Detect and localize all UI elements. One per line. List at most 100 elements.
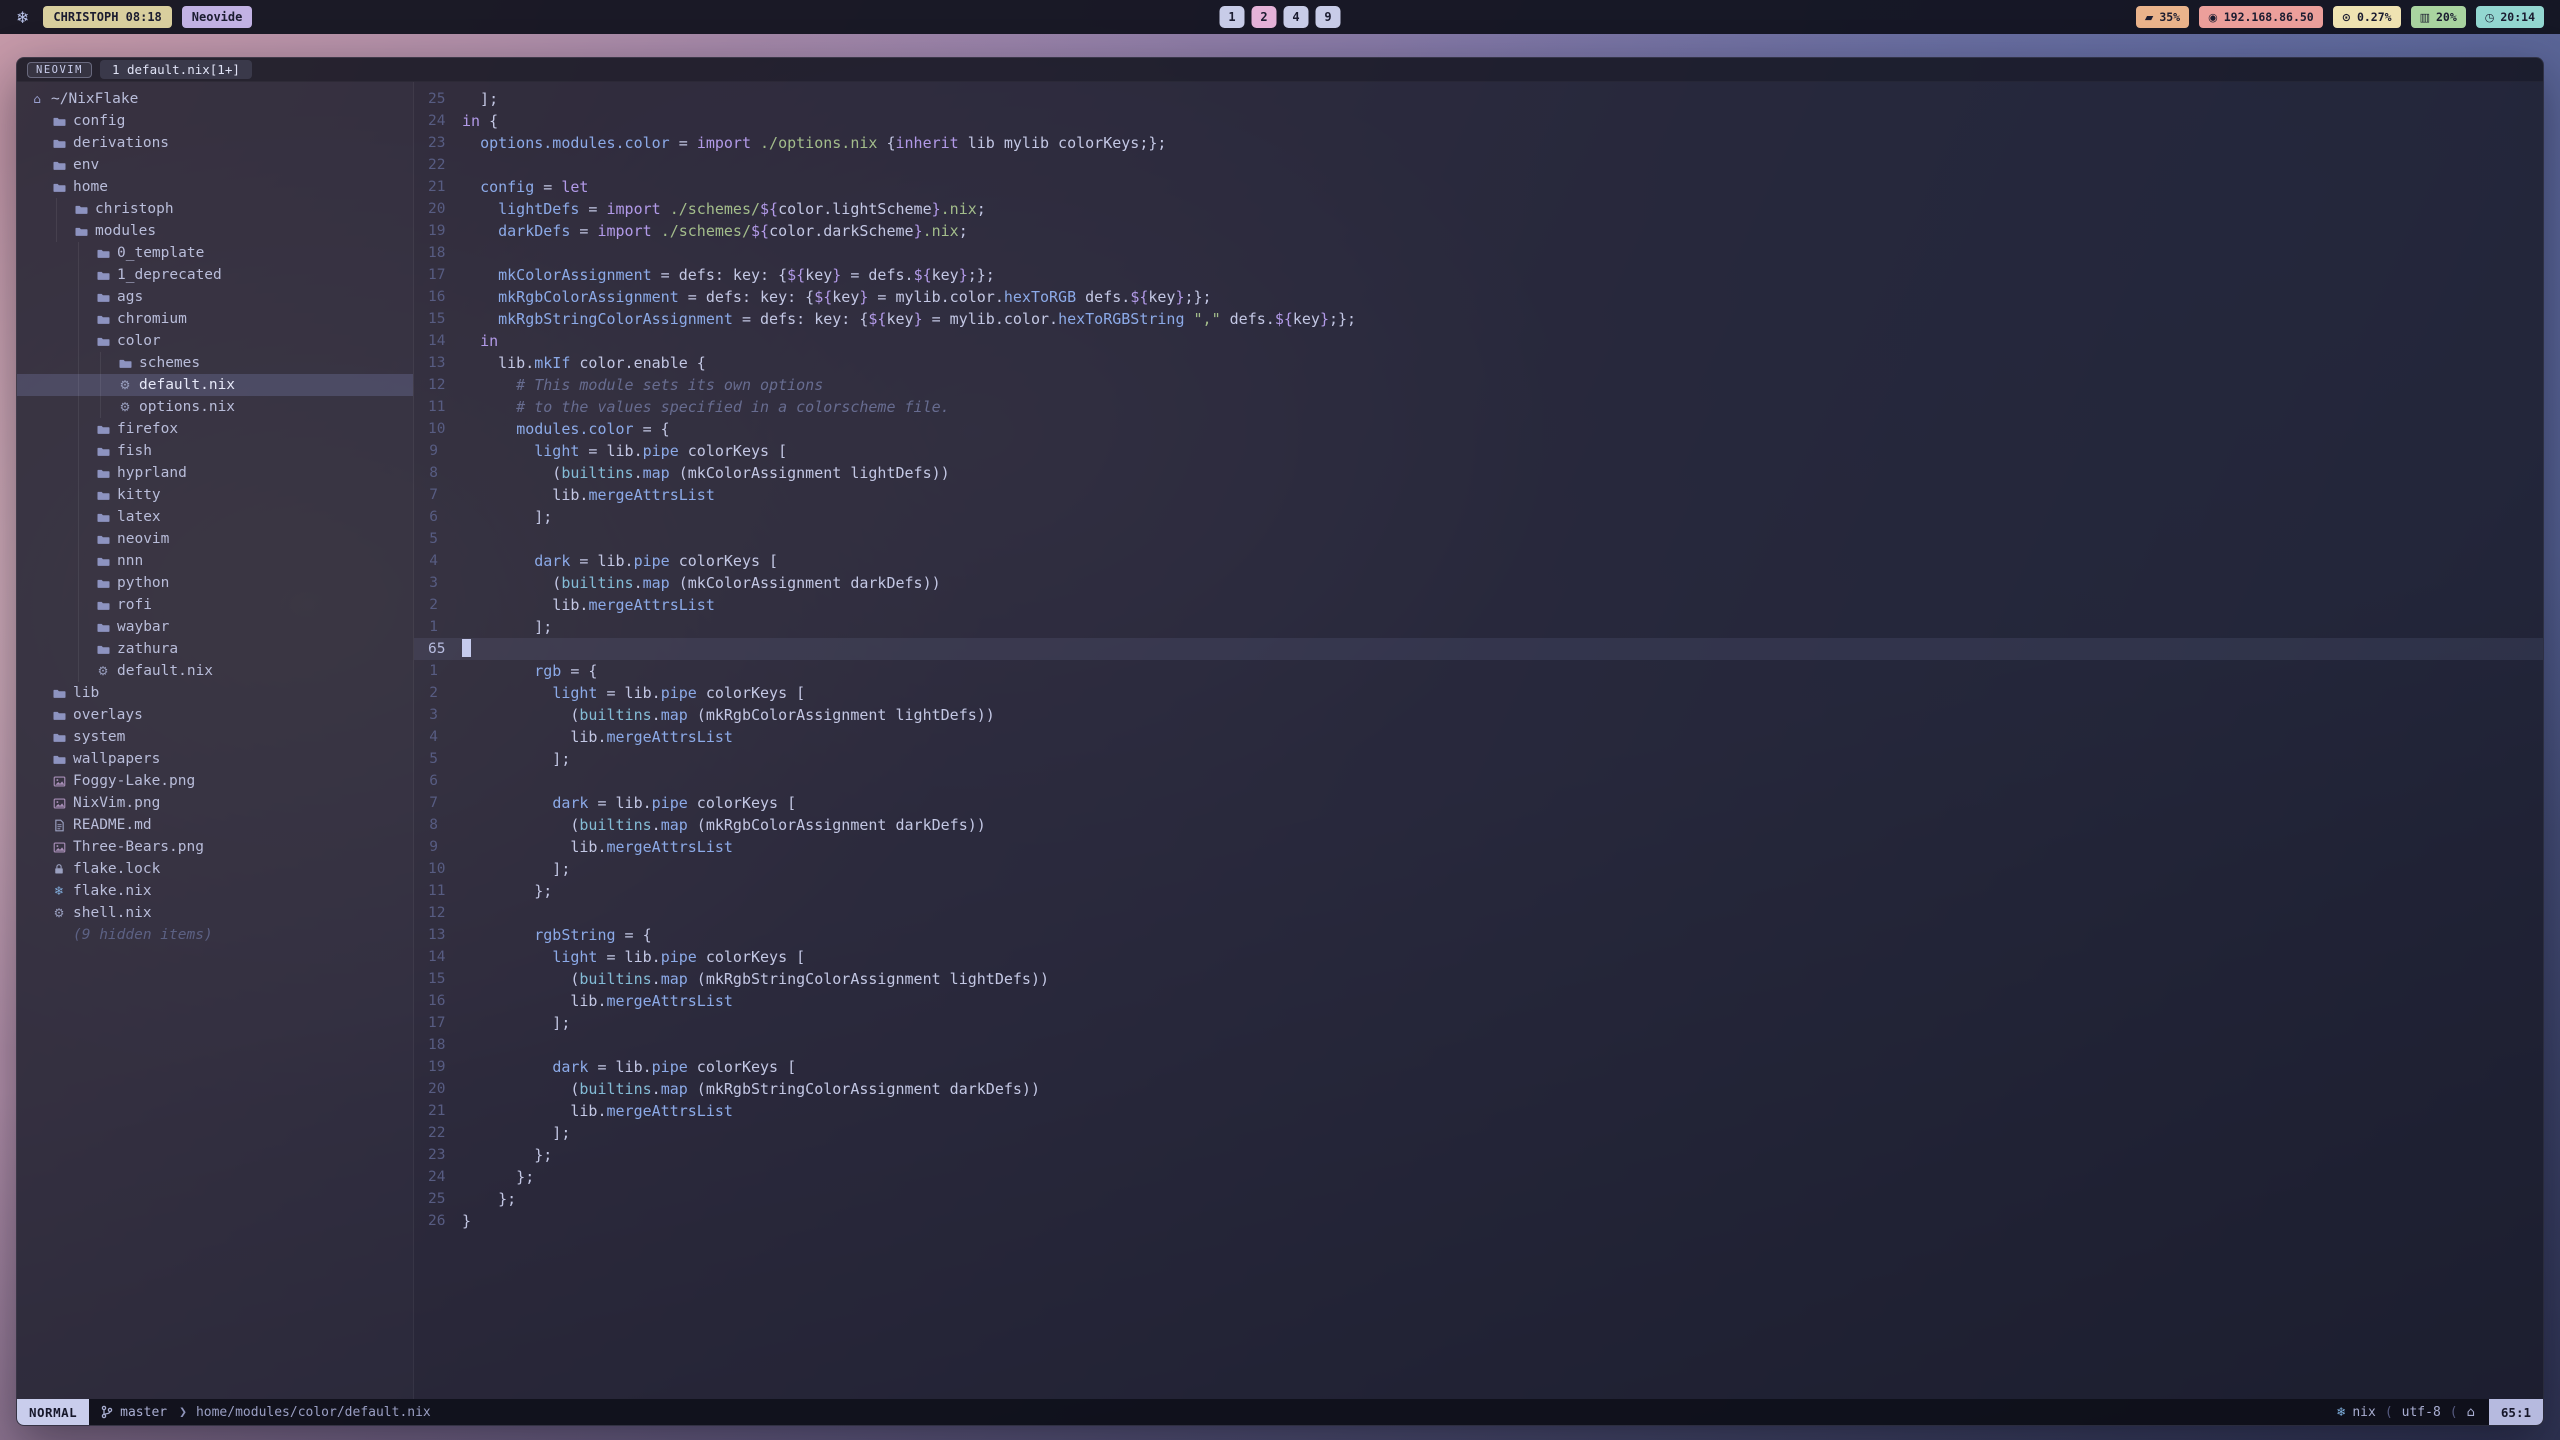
- code-line[interactable]: 18: [414, 1034, 2543, 1056]
- tree-item-9-hidden-items[interactable]: (9 hidden items): [17, 924, 413, 946]
- code-line[interactable]: 17 ];: [414, 1012, 2543, 1034]
- code-line[interactable]: 9 light = lib.pipe colorKeys [: [414, 440, 2543, 462]
- code-line[interactable]: 5: [414, 528, 2543, 550]
- tree-item-nnn[interactable]: nnn: [17, 550, 413, 572]
- code-line[interactable]: 8 (builtins.map (mkColorAssignment light…: [414, 462, 2543, 484]
- tree-item-env[interactable]: env: [17, 154, 413, 176]
- code-line[interactable]: 23 options.modules.color = import ./opti…: [414, 132, 2543, 154]
- code-line[interactable]: 10 modules.color = {: [414, 418, 2543, 440]
- tree-item-three-bears-png[interactable]: Three-Bears.png: [17, 836, 413, 858]
- tree-item-kitty[interactable]: kitty: [17, 484, 413, 506]
- code-line[interactable]: 15 mkRgbStringColorAssignment = defs: ke…: [414, 308, 2543, 330]
- code-line[interactable]: 13 lib.mkIf color.enable {: [414, 352, 2543, 374]
- tree-item-hyprland[interactable]: hyprland: [17, 462, 413, 484]
- tree-item-firefox[interactable]: firefox: [17, 418, 413, 440]
- code-line[interactable]: 3 (builtins.map (mkRgbColorAssignment li…: [414, 704, 2543, 726]
- code-line[interactable]: 13 rgbString = {: [414, 924, 2543, 946]
- code-line[interactable]: 4 lib.mergeAttrsList: [414, 726, 2543, 748]
- tree-item-system[interactable]: system: [17, 726, 413, 748]
- tree-item-neovim[interactable]: neovim: [17, 528, 413, 550]
- code-line[interactable]: 16 mkRgbColorAssignment = defs: key: {${…: [414, 286, 2543, 308]
- nix-logo-icon[interactable]: ❄: [16, 8, 29, 27]
- tree-item-lib[interactable]: lib: [17, 682, 413, 704]
- code-line[interactable]: 6 ];: [414, 506, 2543, 528]
- code-line[interactable]: 18: [414, 242, 2543, 264]
- code-line[interactable]: 3 (builtins.map (mkColorAssignment darkD…: [414, 572, 2543, 594]
- code-line[interactable]: 23 };: [414, 1144, 2543, 1166]
- user-uptime-module[interactable]: CHRISTOPH 08:18: [43, 6, 171, 28]
- tree-item-flake-nix[interactable]: ❄flake.nix: [17, 880, 413, 902]
- file-tree-panel[interactable]: ⌂~/NixFlakeconfigderivationsenvhomechris…: [17, 82, 414, 1399]
- tree-item-options-nix[interactable]: ⚙options.nix: [17, 396, 413, 418]
- network-module[interactable]: ◉192.168.86.50: [2199, 6, 2323, 28]
- code-line[interactable]: 15 (builtins.map (mkRgbStringColorAssign…: [414, 968, 2543, 990]
- workspace-9[interactable]: 9: [1316, 6, 1341, 28]
- tree-item-config[interactable]: config: [17, 110, 413, 132]
- code-line[interactable]: 14 in: [414, 330, 2543, 352]
- code-line[interactable]: 21 config = let: [414, 176, 2543, 198]
- code-line[interactable]: 4 dark = lib.pipe colorKeys [: [414, 550, 2543, 572]
- tree-item-wallpapers[interactable]: wallpapers: [17, 748, 413, 770]
- code-line[interactable]: 24in {: [414, 110, 2543, 132]
- code-line[interactable]: 19 dark = lib.pipe colorKeys [: [414, 1056, 2543, 1078]
- code-line[interactable]: 25 };: [414, 1188, 2543, 1210]
- tree-item-schemes[interactable]: schemes: [17, 352, 413, 374]
- tree-item-home[interactable]: home: [17, 176, 413, 198]
- tree-item-0-template[interactable]: 0_template: [17, 242, 413, 264]
- code-line[interactable]: 22 ];: [414, 1122, 2543, 1144]
- code-line[interactable]: 12 # This module sets its own options: [414, 374, 2543, 396]
- tree-item-shell-nix[interactable]: ⚙shell.nix: [17, 902, 413, 924]
- tree-item-rofi[interactable]: rofi: [17, 594, 413, 616]
- workspace-2[interactable]: 2: [1252, 6, 1277, 28]
- code-line[interactable]: 24 };: [414, 1166, 2543, 1188]
- memory-module[interactable]: ▥20%: [2411, 6, 2466, 28]
- code-line[interactable]: 2 lib.mergeAttrsList: [414, 594, 2543, 616]
- code-line[interactable]: 11 };: [414, 880, 2543, 902]
- tree-item-flake-lock[interactable]: flake.lock: [17, 858, 413, 880]
- tree-item-chromium[interactable]: chromium: [17, 308, 413, 330]
- tree-item-default-nix[interactable]: ⚙default.nix: [17, 660, 413, 682]
- tree-item-overlays[interactable]: overlays: [17, 704, 413, 726]
- tree-item-nixvim-png[interactable]: NixVim.png: [17, 792, 413, 814]
- tree-item-ags[interactable]: ags: [17, 286, 413, 308]
- volume-module[interactable]: ▰35%: [2136, 6, 2189, 28]
- code-line[interactable]: 20 (builtins.map (mkRgbStringColorAssign…: [414, 1078, 2543, 1100]
- code-line[interactable]: 1 ];: [414, 616, 2543, 638]
- tree-item-nixflake[interactable]: ⌂~/NixFlake: [17, 88, 413, 110]
- tree-item-color[interactable]: color: [17, 330, 413, 352]
- code-line[interactable]: 14 light = lib.pipe colorKeys [: [414, 946, 2543, 968]
- code-line[interactable]: 25 ];: [414, 88, 2543, 110]
- tree-item-default-nix[interactable]: ⚙default.nix: [17, 374, 413, 396]
- tree-item-zathura[interactable]: zathura: [17, 638, 413, 660]
- code-line[interactable]: 8 (builtins.map (mkRgbColorAssignment da…: [414, 814, 2543, 836]
- tree-item-python[interactable]: python: [17, 572, 413, 594]
- tree-item-waybar[interactable]: waybar: [17, 616, 413, 638]
- code-line[interactable]: 12: [414, 902, 2543, 924]
- tree-item-christoph[interactable]: christoph: [17, 198, 413, 220]
- code-line[interactable]: 17 mkColorAssignment = defs: key: {${key…: [414, 264, 2543, 286]
- workspace-1[interactable]: 1: [1220, 6, 1245, 28]
- code-line[interactable]: 16 lib.mergeAttrsList: [414, 990, 2543, 1012]
- code-line[interactable]: 20 lightDefs = import ./schemes/${color.…: [414, 198, 2543, 220]
- cpu-module[interactable]: ⊙0.27%: [2333, 6, 2401, 28]
- code-line[interactable]: 10 ];: [414, 858, 2543, 880]
- tree-item-1-deprecated[interactable]: 1_deprecated: [17, 264, 413, 286]
- code-line[interactable]: 21 lib.mergeAttrsList: [414, 1100, 2543, 1122]
- code-line[interactable]: 5 ];: [414, 748, 2543, 770]
- git-branch[interactable]: master: [89, 1405, 179, 1420]
- code-line[interactable]: 6: [414, 770, 2543, 792]
- code-line[interactable]: 7 dark = lib.pipe colorKeys [: [414, 792, 2543, 814]
- code-line[interactable]: 65: [414, 638, 2543, 660]
- code-line[interactable]: 2 light = lib.pipe colorKeys [: [414, 682, 2543, 704]
- tree-item-derivations[interactable]: derivations: [17, 132, 413, 154]
- code-line[interactable]: 7 lib.mergeAttrsList: [414, 484, 2543, 506]
- tree-item-readme-md[interactable]: README.md: [17, 814, 413, 836]
- tree-item-latex[interactable]: latex: [17, 506, 413, 528]
- workspace-4[interactable]: 4: [1284, 6, 1309, 28]
- tree-item-modules[interactable]: modules: [17, 220, 413, 242]
- code-line[interactable]: 22: [414, 154, 2543, 176]
- tree-item-foggy-lake-png[interactable]: Foggy-Lake.png: [17, 770, 413, 792]
- code-line[interactable]: 9 lib.mergeAttrsList: [414, 836, 2543, 858]
- code-line[interactable]: 11 # to the values specified in a colors…: [414, 396, 2543, 418]
- app-module[interactable]: Neovide: [182, 6, 253, 28]
